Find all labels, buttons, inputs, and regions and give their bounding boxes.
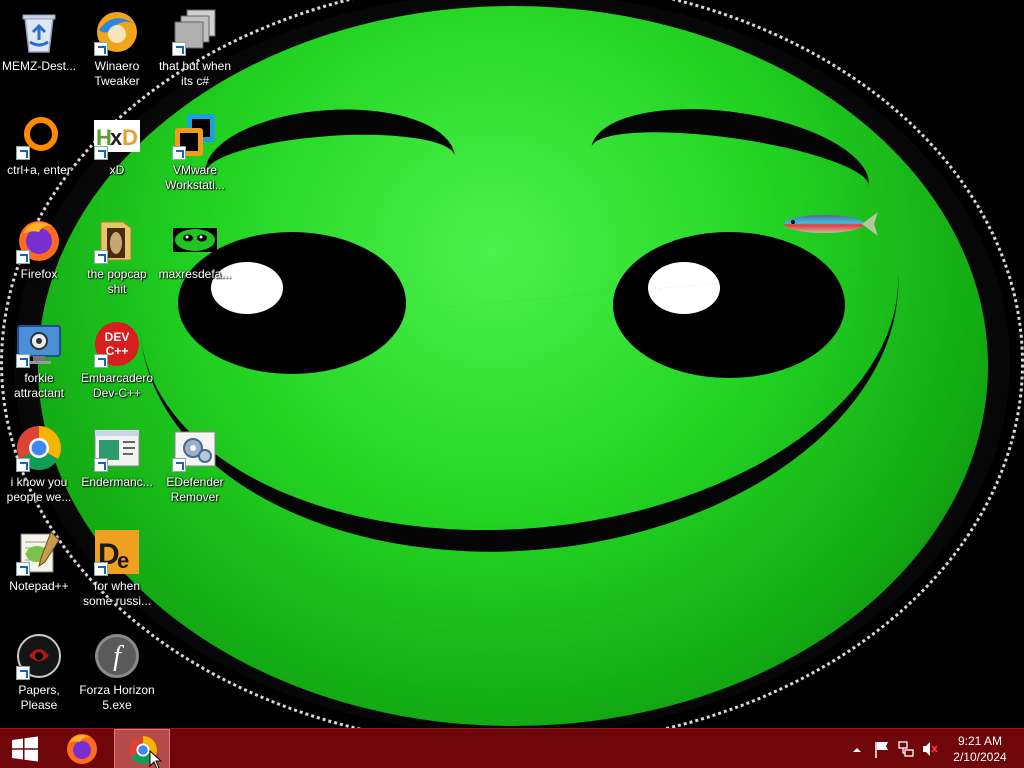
desktop-icon-vmware[interactable]: VMware Workstati... [156,106,234,204]
svg-text:DEV: DEV [105,330,130,344]
desktop-icon-label: Notepad++ [9,579,69,593]
shortcut-arrow-icon [16,458,30,472]
desktop-icon-label: MEMZ-Dest... [2,59,76,73]
svg-text:D: D [122,125,138,150]
windows-start-icon [12,736,38,762]
recycle-bin-icon [22,14,56,53]
desktop-icon-for-when-some-russi[interactable]: D e for when some russi... [78,522,156,620]
shortcut-arrow-icon [172,42,186,56]
desktop-icon-edefender-remover[interactable]: EDefender Remover [156,418,234,516]
firefox-icon [67,734,97,764]
desktop-icon-forza-horizon[interactable]: f Forza Horizon 5.exe [78,626,156,724]
clock-time: 9:21 AM [957,734,1003,748]
desktop-icon-label: for when some russi... [82,579,151,608]
desktop-icon-label: that but when its c# [158,59,232,88]
shortcut-arrow-icon [16,250,30,264]
desktop-icon-label: forkie attractant [13,371,65,400]
volume-muted-icon[interactable] [921,729,939,768]
desktop-icon-label: Forza Horizon 5.exe [79,683,155,712]
desktop-icon-label: Endermanc... [81,475,153,489]
shortcut-arrow-icon [16,562,30,576]
shortcut-arrow-icon [16,354,30,368]
desktop-icon-label: VMware Workstati... [165,163,225,192]
shortcut-arrow-icon [16,146,30,160]
network-icon[interactable] [897,729,915,768]
shortcut-arrow-icon [16,666,30,680]
taskbar-firefox-button[interactable] [54,729,110,768]
desktop-icon-label: EDefender Remover [166,475,224,504]
desktop-icon-popcap[interactable]: the popcap shit [78,210,156,308]
desktop-icon-embarcadero-devcpp[interactable]: DEV C++ Embarcadero Dev-C++ [78,314,156,412]
desktop-icon-label: xD [109,163,125,177]
desktop-icon-label: ctrl+a, enter [7,163,71,177]
green-face-thumbnail-icon [173,228,217,252]
svg-text:e: e [117,548,129,573]
shortcut-arrow-icon [172,458,186,472]
desktop-icon-winaero-tweaker[interactable]: Winaero Tweaker [78,2,156,100]
desktop-icon-that-but-when-its-csharp[interactable]: that but when its c# [156,2,234,100]
desktop-icon-label: Embarcadero Dev-C++ [80,371,154,400]
taskbar-chrome-button[interactable] [114,729,170,768]
desktop-icon-papers-please[interactable]: Papers, Please [0,626,78,724]
desktop-icon-label: the popcap shit [87,267,147,296]
desktop-icon-maxresdefault[interactable]: maxresdefa... [156,210,234,308]
shortcut-arrow-icon [94,458,108,472]
flash-icon: f [95,634,139,678]
chevron-up-icon[interactable] [850,729,864,768]
desktop-icon-firefox[interactable]: Firefox [0,210,78,308]
shortcut-arrow-icon [94,354,108,368]
desktop-icon-memz[interactable]: MEMZ-Dest... [0,2,78,100]
start-button[interactable] [0,729,50,768]
taskbar: 9:21 AM 2/10/2024 [0,728,1024,768]
desktop-icon-label: Papers, Please [18,683,60,712]
shortcut-arrow-icon [172,146,186,160]
desktop-icon-label: Winaero Tweaker [94,59,140,88]
desktop-icon-notepadpp[interactable]: Notepad++ [0,522,78,620]
shortcut-arrow-icon [94,42,108,56]
shortcut-arrow-icon [94,562,108,576]
svg-text:C++: C++ [106,344,129,358]
flag-icon[interactable] [873,729,891,768]
desktop-icon-label: i know you people we... [6,475,72,504]
desktop-icon-ctrl-a-enter[interactable]: ctrl+a, enter [0,106,78,204]
desktop-icon-forkie-attractant[interactable]: forkie attractant [0,314,78,412]
desktop-icon-label: Firefox [20,267,58,281]
mouse-cursor-icon [149,750,163,768]
fish-icon [784,212,878,236]
clock-date: 2/10/2024 [953,750,1007,764]
desktop-icon-i-know-you-people[interactable]: i know you people we... [0,418,78,516]
shortcut-arrow-icon [94,250,108,264]
desktop-icon-endermanch[interactable]: Endermanc... [78,418,156,516]
shortcut-arrow-icon [94,146,108,160]
system-clock[interactable]: 9:21 AM 2/10/2024 [948,733,1012,765]
desktop-icon-xd[interactable]: H x D xD [78,106,156,204]
desktop-icon-label: maxresdefa... [158,267,232,281]
